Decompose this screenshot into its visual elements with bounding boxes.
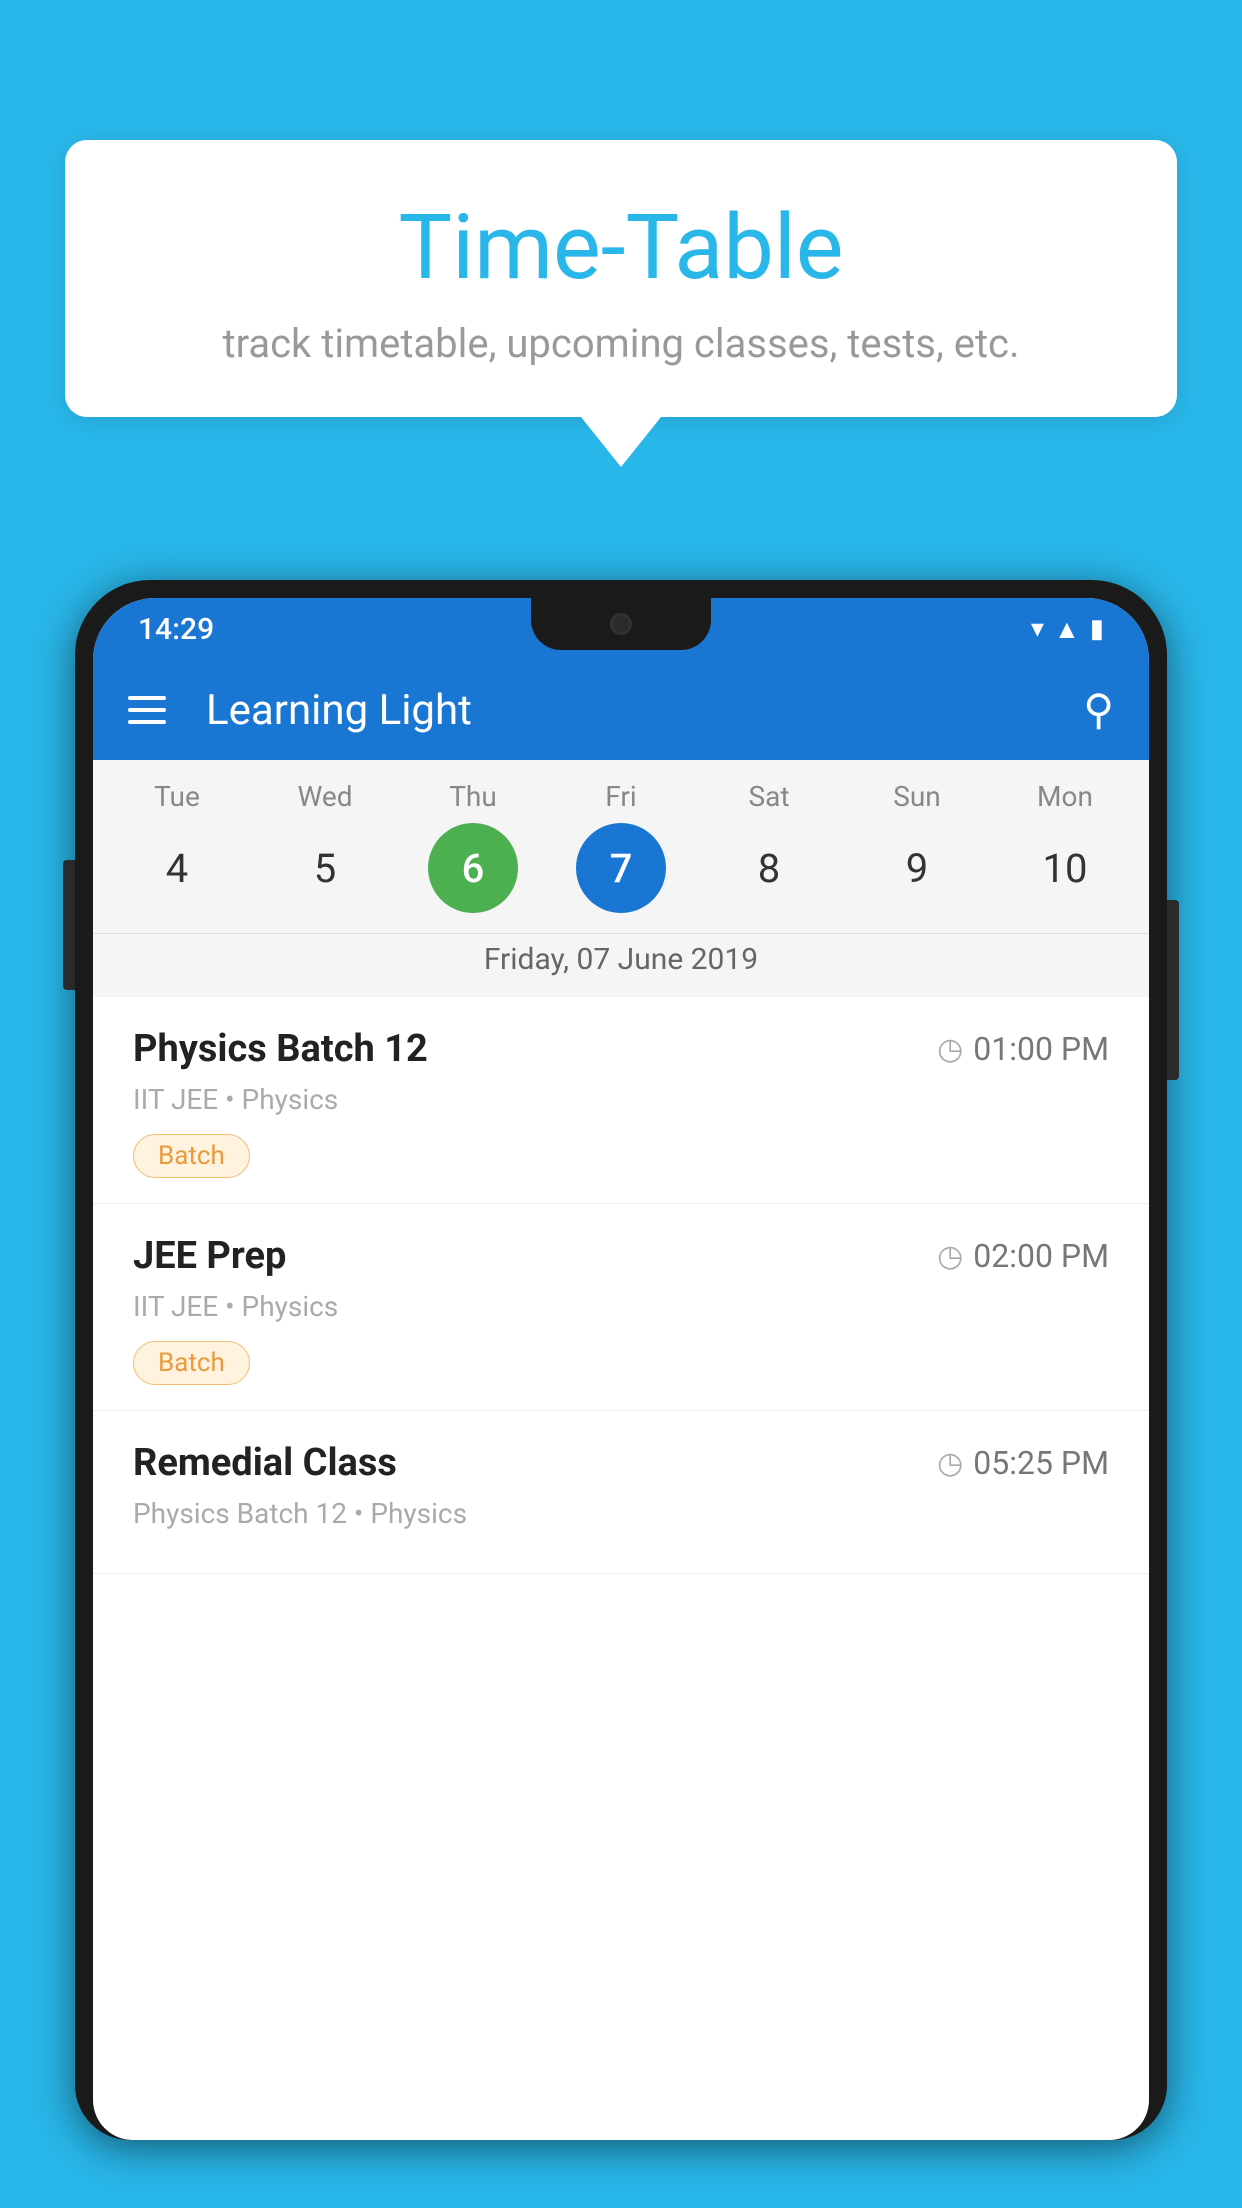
day-label-wed: Wed bbox=[265, 780, 385, 813]
class-subtitle-3: Physics Batch 12 • Physics bbox=[133, 1497, 1109, 1530]
bubble-title: Time-Table bbox=[125, 195, 1117, 300]
status-icons: ▾ ▲ ▮ bbox=[1031, 614, 1104, 645]
class-item-3-header: Remedial Class ◷ 05:25 PM bbox=[133, 1441, 1109, 1485]
day-5[interactable]: 5 bbox=[280, 823, 370, 913]
speech-bubble: Time-Table track timetable, upcoming cla… bbox=[65, 140, 1177, 417]
bubble-subtitle: track timetable, upcoming classes, tests… bbox=[125, 320, 1117, 367]
day-label-tue: Tue bbox=[117, 780, 237, 813]
day-4[interactable]: 4 bbox=[132, 823, 222, 913]
batch-tag-2: Batch bbox=[133, 1341, 250, 1385]
app-bar-title: Learning Light bbox=[206, 686, 1053, 735]
speech-bubble-section: Time-Table track timetable, upcoming cla… bbox=[65, 140, 1177, 467]
class-list: Physics Batch 12 ◷ 01:00 PM IIT JEE • Ph… bbox=[93, 997, 1149, 1574]
day-label-sat: Sat bbox=[709, 780, 829, 813]
hamburger-line-2 bbox=[128, 708, 166, 712]
day-labels-row: Tue Wed Thu Fri Sat Sun Mon bbox=[93, 780, 1149, 813]
signal-icon: ▲ bbox=[1054, 614, 1080, 645]
day-numbers-row: 4 5 6 7 8 9 10 bbox=[93, 813, 1149, 933]
speech-bubble-tail bbox=[581, 417, 661, 467]
day-label-fri: Fri bbox=[561, 780, 681, 813]
class-time-1: ◷ 01:00 PM bbox=[937, 1030, 1109, 1068]
class-name-1: Physics Batch 12 bbox=[133, 1027, 428, 1071]
class-time-value-1: 01:00 PM bbox=[973, 1030, 1109, 1068]
battery-icon: ▮ bbox=[1090, 614, 1104, 644]
hamburger-line-3 bbox=[128, 720, 166, 724]
class-time-3: ◷ 05:25 PM bbox=[937, 1444, 1109, 1482]
calendar-strip: Tue Wed Thu Fri Sat Sun Mon 4 5 6 7 8 9 … bbox=[93, 760, 1149, 997]
selected-date-label: Friday, 07 June 2019 bbox=[93, 933, 1149, 997]
clock-icon-1: ◷ bbox=[937, 1032, 963, 1067]
class-item-2-header: JEE Prep ◷ 02:00 PM bbox=[133, 1234, 1109, 1278]
search-icon[interactable]: ⚲ bbox=[1083, 685, 1114, 735]
class-item-1[interactable]: Physics Batch 12 ◷ 01:00 PM IIT JEE • Ph… bbox=[93, 997, 1149, 1204]
class-item-2[interactable]: JEE Prep ◷ 02:00 PM IIT JEE • Physics Ba… bbox=[93, 1204, 1149, 1411]
clock-icon-3: ◷ bbox=[937, 1446, 963, 1481]
batch-tag-1: Batch bbox=[133, 1134, 250, 1178]
day-label-mon: Mon bbox=[1005, 780, 1125, 813]
class-subtitle-1: IIT JEE • Physics bbox=[133, 1083, 1109, 1116]
class-time-value-2: 02:00 PM bbox=[973, 1237, 1109, 1275]
phone-frame: 14:29 ▾ ▲ ▮ Learning Light ⚲ bbox=[75, 580, 1167, 2140]
clock-icon-2: ◷ bbox=[937, 1239, 963, 1274]
day-10[interactable]: 10 bbox=[1020, 823, 1110, 913]
day-7-selected[interactable]: 7 bbox=[576, 823, 666, 913]
wifi-icon: ▾ bbox=[1031, 614, 1044, 644]
camera-cutout bbox=[610, 613, 632, 635]
class-time-2: ◷ 02:00 PM bbox=[937, 1237, 1109, 1275]
day-6-today[interactable]: 6 bbox=[428, 823, 518, 913]
class-subtitle-2: IIT JEE • Physics bbox=[133, 1290, 1109, 1323]
day-label-thu: Thu bbox=[413, 780, 533, 813]
day-9[interactable]: 9 bbox=[872, 823, 962, 913]
class-name-3: Remedial Class bbox=[133, 1441, 397, 1485]
day-label-sun: Sun bbox=[857, 780, 977, 813]
class-item-3[interactable]: Remedial Class ◷ 05:25 PM Physics Batch … bbox=[93, 1411, 1149, 1574]
class-name-2: JEE Prep bbox=[133, 1234, 286, 1278]
phone-notch bbox=[531, 598, 711, 650]
day-8[interactable]: 8 bbox=[724, 823, 814, 913]
status-time: 14:29 bbox=[138, 612, 214, 647]
hamburger-line-1 bbox=[128, 696, 166, 700]
phone-screen: 14:29 ▾ ▲ ▮ Learning Light ⚲ bbox=[93, 598, 1149, 2140]
phone-container: 14:29 ▾ ▲ ▮ Learning Light ⚲ bbox=[75, 580, 1167, 2208]
hamburger-menu-button[interactable] bbox=[128, 696, 166, 724]
class-item-1-header: Physics Batch 12 ◷ 01:00 PM bbox=[133, 1027, 1109, 1071]
app-bar: Learning Light ⚲ bbox=[93, 660, 1149, 760]
class-time-value-3: 05:25 PM bbox=[973, 1444, 1109, 1482]
